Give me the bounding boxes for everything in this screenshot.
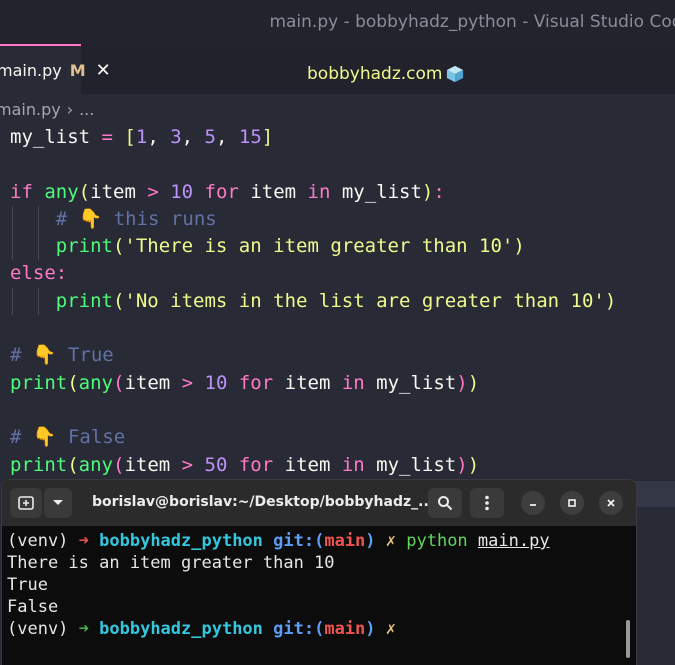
terminal-output-line: There is an item greater than 10 xyxy=(7,553,335,573)
search-button[interactable] xyxy=(428,488,462,518)
code-line-5: print('There is an item greater than 10'… xyxy=(0,233,675,261)
code-line-12: # 👇 False xyxy=(0,424,675,451)
terminal-output[interactable]: (venv) ➜ bobbyhadz_python git:(main) ✗ p… xyxy=(7,530,627,640)
code-comment: # 👇 False xyxy=(10,426,126,449)
modified-badge: M xyxy=(69,60,86,80)
cube-icon xyxy=(447,65,464,83)
window-title: main.py - bobbyhadz_python - Visual Stud… xyxy=(269,12,675,32)
terminal-output-line: False xyxy=(7,597,59,617)
code-line-10: print(any(item > 10 for item in my_list)… xyxy=(10,371,480,394)
new-tab-button[interactable] xyxy=(10,488,42,518)
code-line-4: # 👇 this runs xyxy=(0,205,675,234)
minimize-button[interactable] xyxy=(521,491,545,515)
code-line-13: print(any(item > 50 for item in my_list)… xyxy=(10,453,480,476)
code-line-1: my_list = [1, 3, 5, 15] xyxy=(10,126,274,148)
brand-text: bobbyhadz.com xyxy=(307,64,443,84)
code-line-3: if any(item > 10 for item in my_list): xyxy=(10,180,445,203)
terminal-output-line: True xyxy=(7,575,48,595)
menu-button[interactable] xyxy=(470,488,504,518)
terminal-dropdown-button[interactable] xyxy=(44,488,72,518)
brand-watermark: bobbyhadz.com xyxy=(307,64,464,84)
code-line-7: print('No items in the list are greater … xyxy=(0,287,675,316)
tab-main-py[interactable]: main.py M ✕ xyxy=(0,44,111,94)
terminal-title: borislav@borislav:~/Desktop/bobbyhadz_..… xyxy=(92,494,435,510)
breadcrumb-more[interactable]: ... xyxy=(79,100,94,119)
code-comment: # 👇 this runs xyxy=(55,207,217,230)
terminal-prompt-line: (venv) ➜ bobbyhadz_python git:(main) ✗ p… xyxy=(7,531,550,551)
close-button[interactable] xyxy=(599,491,623,515)
prompt-arrow-icon: ➜ xyxy=(78,531,89,551)
code-comment: # 👇 True xyxy=(10,344,114,367)
breadcrumb-file[interactable]: main.py xyxy=(0,100,61,119)
code-line-9: # 👇 True xyxy=(0,342,675,369)
search-icon xyxy=(438,496,453,511)
maximize-icon xyxy=(568,499,576,507)
tab-label: main.py xyxy=(0,60,62,80)
prompt-arrow-icon: ➜ xyxy=(78,619,89,639)
window-titlebar: main.py - bobbyhadz_python - Visual Stud… xyxy=(0,0,675,44)
code-line-6: else: xyxy=(10,262,68,285)
terminal-prompt-line: (venv) ➜ bobbyhadz_python git:(main) ✗ xyxy=(7,619,397,639)
new-tab-icon xyxy=(18,496,34,510)
tab-close-icon[interactable]: ✕ xyxy=(96,60,111,81)
menu-icon xyxy=(485,495,489,511)
breadcrumb-separator-icon: › xyxy=(66,99,74,119)
code-editor[interactable]: my_list = [1, 3, 5, 15] if any(item > 10… xyxy=(0,124,675,494)
breadcrumb[interactable]: main.py › ... xyxy=(0,98,94,120)
minimize-icon xyxy=(530,504,536,506)
dropdown-icon xyxy=(53,500,63,505)
terminal-header: borislav@borislav:~/Desktop/bobbyhadz_..… xyxy=(2,480,636,526)
maximize-button[interactable] xyxy=(560,491,584,515)
terminal-window[interactable]: borislav@borislav:~/Desktop/bobbyhadz_..… xyxy=(2,480,636,665)
close-icon xyxy=(607,499,615,507)
terminal-scrollbar[interactable] xyxy=(626,620,630,658)
